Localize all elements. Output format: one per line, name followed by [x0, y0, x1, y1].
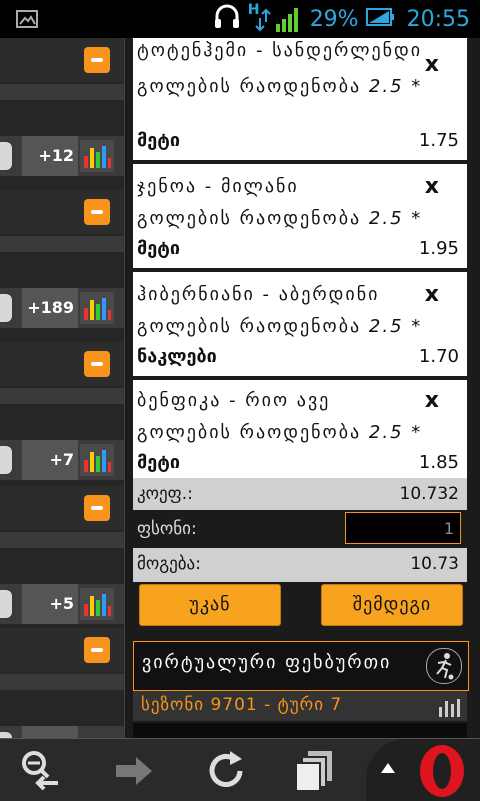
bet-odds: 1.95: [418, 238, 459, 259]
stats-bars-icon[interactable]: [437, 697, 461, 717]
match-name: ბენფიკა - რიო ავე: [137, 390, 331, 411]
season-round-label: სეზონი 9701 - ტური 7: [141, 695, 343, 715]
menu-up-icon: [381, 763, 395, 773]
stake-label: ფსონი:: [137, 519, 197, 539]
zoom-back-icon[interactable]: [18, 749, 62, 793]
checkbox[interactable]: [0, 446, 12, 474]
line-marker: *: [411, 208, 423, 229]
next-button[interactable]: შემდეგი: [321, 584, 463, 626]
remove-bet-button[interactable]: x: [425, 174, 439, 199]
remove-bet-button[interactable]: x: [425, 388, 439, 413]
status-bar: H 29% 20:55: [0, 0, 480, 38]
stake-row: ფსონი:: [133, 510, 467, 548]
collapse-icon[interactable]: [84, 495, 110, 521]
list-item[interactable]: +7: [0, 342, 124, 494]
line-marker: *: [411, 316, 423, 337]
bet-line: 2.5: [368, 316, 404, 337]
match-name: ტოტენჰემი - სანდერლენდი: [137, 40, 423, 61]
bet-market: გოლების რაოდენობა 2.5 *: [137, 76, 423, 97]
bet-line: 2.5: [368, 76, 404, 97]
stats-icon[interactable]: [80, 292, 114, 324]
stats-icon[interactable]: [80, 444, 114, 476]
background-match-list: +12 +189 +7 +5: [0, 38, 124, 738]
opera-menu[interactable]: [366, 739, 480, 801]
season-row[interactable]: სეზონი 9701 - ტური 7: [133, 691, 467, 721]
forward-arrow-icon[interactable]: [112, 749, 156, 793]
line-marker: *: [411, 76, 423, 97]
potential-win-value: 10.73: [410, 554, 459, 574]
bet-odds: 1.75: [418, 130, 459, 151]
match-name: ჰიბერნიანი - აბერდინი: [137, 284, 380, 305]
remove-bet-button[interactable]: x: [425, 282, 439, 307]
bet-pick: მეტი: [137, 238, 180, 259]
line-marker: *: [411, 422, 423, 443]
checkbox[interactable]: [0, 294, 12, 322]
checkbox[interactable]: [0, 142, 12, 170]
potential-win-label: მოგება:: [137, 554, 201, 574]
more-markets-count[interactable]: +5: [22, 726, 78, 738]
more-markets-count[interactable]: +5: [22, 584, 78, 624]
back-button[interactable]: უკან: [139, 584, 281, 626]
battery-icon: [365, 6, 395, 32]
potential-win-row: მოგება: 10.73: [133, 548, 467, 582]
reload-icon[interactable]: [204, 749, 248, 793]
collapse-icon[interactable]: [84, 637, 110, 663]
battery-percent: 29%: [309, 6, 359, 32]
collapse-icon[interactable]: [84, 199, 110, 225]
list-item[interactable]: +189: [0, 190, 124, 342]
more-markets-count[interactable]: +189: [22, 288, 78, 328]
bet-slip-item: ჯენოა - მილანი გოლების რაოდენობა 2.5 * x…: [133, 164, 467, 268]
bet-slip-item: ბენფიკა - რიო ავე გოლების რაოდენობა 2.5 …: [133, 380, 467, 480]
bet-slip-item: ჰიბერნიანი - აბერდინი გოლების რაოდენობა …: [133, 272, 467, 376]
opera-logo-icon: [420, 745, 464, 797]
stats-icon[interactable]: [80, 588, 114, 620]
collapse-icon[interactable]: [84, 47, 110, 73]
bet-line: 2.5: [368, 208, 404, 229]
collapse-icon[interactable]: [84, 351, 110, 377]
virtual-football-banner[interactable]: ვირტუალური ფეხბურთი: [133, 641, 469, 691]
stake-input[interactable]: [345, 512, 461, 544]
soccer-player-icon: [426, 648, 462, 684]
tabs-icon[interactable]: [294, 749, 338, 793]
list-item[interactable]: +5: [0, 628, 124, 738]
more-markets-count[interactable]: +7: [22, 440, 78, 480]
bet-slip-item: ტოტენჰემი - სანდერლენდი გოლების რაოდენობ…: [133, 38, 467, 160]
bet-odds: 1.70: [418, 346, 459, 367]
bet-market: გოლების რაოდენობა 2.5 *: [137, 208, 423, 229]
total-odds-row: კოეფ.: 10.732: [133, 478, 467, 512]
bet-line: 2.5: [368, 422, 404, 443]
list-item[interactable]: +5: [0, 486, 124, 638]
checkbox[interactable]: [0, 590, 12, 618]
bet-market: გოლების რაოდენობა 2.5 *: [137, 316, 423, 337]
match-name: ჯენოა - მილანი: [137, 176, 299, 197]
bet-slip-panel: ტოტენჰემი - სანდერლენდი გოლების რაოდენობ…: [124, 38, 471, 738]
headset-icon: [212, 2, 242, 36]
bet-pick: ნაკლები: [137, 346, 217, 367]
total-odds-value: 10.732: [399, 484, 459, 504]
list-item[interactable]: +12: [0, 38, 124, 190]
virtual-football-title: ვირტუალური ფეხბურთი: [142, 652, 392, 673]
gallery-notification-icon: [16, 9, 38, 33]
more-markets-count[interactable]: +12: [22, 136, 78, 176]
clock: 20:55: [406, 6, 470, 32]
signal-icon: H: [247, 2, 304, 34]
network-type-label: H: [247, 2, 260, 18]
browser-toolbar: [0, 738, 480, 801]
stats-icon[interactable]: [80, 140, 114, 172]
bet-pick: მეტი: [137, 130, 180, 151]
total-odds-label: კოეფ.:: [137, 484, 193, 504]
remove-bet-button[interactable]: x: [425, 52, 439, 77]
bet-pick: მეტი: [137, 452, 180, 473]
bet-market: გოლების რაოდენობა 2.5 *: [137, 422, 423, 443]
bet-odds: 1.85: [418, 452, 459, 473]
